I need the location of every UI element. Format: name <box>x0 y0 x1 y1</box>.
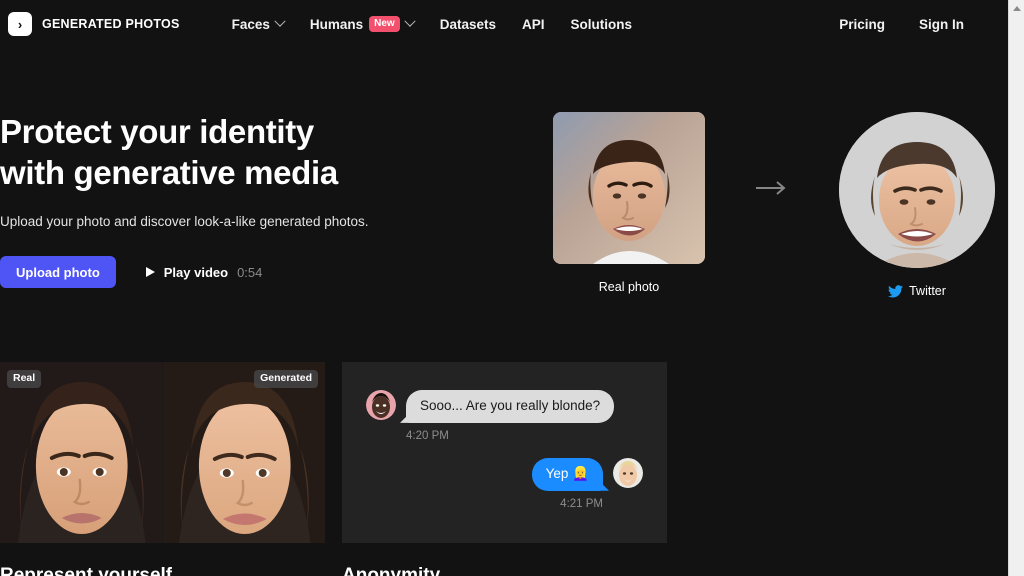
play-icon <box>145 267 155 277</box>
chat-message-incoming: Sooo... Are you really blonde? 4:20 PM <box>366 390 643 442</box>
real-photo-caption-label: Real photo <box>598 280 660 294</box>
real-photo-image <box>553 112 705 264</box>
avatar-sender <box>366 390 396 420</box>
chat-row-outgoing: Yep 👱‍♀️ <box>366 457 643 491</box>
chat-bubble-outgoing: Yep 👱‍♀️ <box>531 457 603 491</box>
brand-name-label: GENERATED PHOTOS <box>42 17 180 31</box>
showcase-real-half: Real <box>0 362 163 543</box>
play-video-button[interactable]: Play video 0:54 <box>145 264 263 280</box>
photo-comparison: Real photo Twitter <box>553 112 995 298</box>
next-section-heading-left: Represent yourself <box>0 566 172 576</box>
generated-photo-caption-label: Twitter <box>909 284 946 298</box>
chat-timestamp-incoming: 4:20 PM <box>406 429 449 442</box>
generated-photo-column: Twitter <box>839 112 995 298</box>
nav-item-sign-in-label: Sign In <box>919 16 964 32</box>
arrow-right-icon <box>756 181 786 195</box>
nav-item-pricing-label: Pricing <box>839 16 885 32</box>
hero-cta-row: Upload photo Play video 0:54 <box>0 256 262 288</box>
nav-item-pricing[interactable]: Pricing <box>839 17 885 32</box>
nav-item-api-label: API <box>521 16 545 32</box>
real-vs-generated-showcase[interactable]: Real Generated <box>0 362 325 543</box>
page-root: › GENERATED PHOTOS Faces Humans New Data… <box>0 0 1024 576</box>
hero-title-line-2: with generative media <box>0 153 338 191</box>
status-badge-new: New <box>369 16 400 32</box>
nav-center-links: Faces Humans New Datasets API Solutions <box>231 15 633 32</box>
page-title: Protect your identity with generative me… <box>0 112 520 193</box>
scroll-up-arrow-icon[interactable] <box>1009 0 1024 17</box>
vertical-scrollbar[interactable] <box>1008 0 1024 576</box>
status-badge-real: Real <box>7 370 42 388</box>
chevron-down-icon <box>404 15 416 27</box>
chat-bubble-incoming: Sooo... Are you really blonde? <box>406 390 615 423</box>
nav-item-sign-in[interactable]: Sign In <box>919 17 964 32</box>
twitter-bird-icon <box>888 284 904 297</box>
avatar-recipient <box>613 457 643 488</box>
upload-photo-button[interactable]: Upload photo <box>0 256 116 288</box>
nav-item-humans[interactable]: Humans New <box>309 15 416 32</box>
comparison-arrow <box>705 112 839 264</box>
chat-timestamp-outgoing: 4:21 PM <box>560 497 603 510</box>
hero-subtitle: Upload your photo and discover look-a-li… <box>0 214 369 229</box>
generated-photo-caption: Twitter <box>888 284 946 298</box>
nav-item-api[interactable]: API <box>522 17 545 32</box>
chat-message-outgoing: Yep 👱‍♀️ 4:21 <box>366 457 643 510</box>
showcase-generated-half: Generated <box>162 362 325 543</box>
status-badge-generated: Generated <box>254 370 318 388</box>
top-navigation-bar: › GENERATED PHOTOS Faces Humans New Data… <box>0 0 1008 48</box>
chat-row-incoming: Sooo... Are you really blonde? <box>366 390 643 423</box>
next-section-heading-right: Anonymity <box>342 566 440 576</box>
chevron-down-icon <box>274 15 286 27</box>
nav-item-faces-label: Faces <box>231 16 270 32</box>
nav-item-solutions[interactable]: Solutions <box>571 17 633 32</box>
brand-logo[interactable]: › GENERATED PHOTOS <box>8 12 180 36</box>
scroll-up-triangle <box>1013 6 1021 11</box>
chat-demo-panel: Sooo... Are you really blonde? 4:20 PM Y… <box>342 362 667 543</box>
hero-title-line-1: Protect your identity <box>0 113 314 150</box>
nav-item-humans-label: Humans <box>309 16 364 32</box>
play-video-label: Play video <box>163 264 229 280</box>
nav-item-datasets[interactable]: Datasets <box>440 17 496 32</box>
chevron-right-logo-icon: › <box>8 12 32 36</box>
nav-item-datasets-label: Datasets <box>439 16 496 32</box>
nav-item-solutions-label: Solutions <box>570 16 633 32</box>
real-photo-column: Real photo <box>553 112 705 294</box>
browser-viewport: › GENERATED PHOTOS Faces Humans New Data… <box>0 0 1008 576</box>
nav-right-links: Pricing Sign In <box>839 17 964 32</box>
nav-item-faces[interactable]: Faces <box>231 15 286 32</box>
play-video-duration: 0:54 <box>237 264 263 280</box>
real-photo-caption: Real photo <box>599 280 659 294</box>
generated-photo-image <box>839 112 995 268</box>
